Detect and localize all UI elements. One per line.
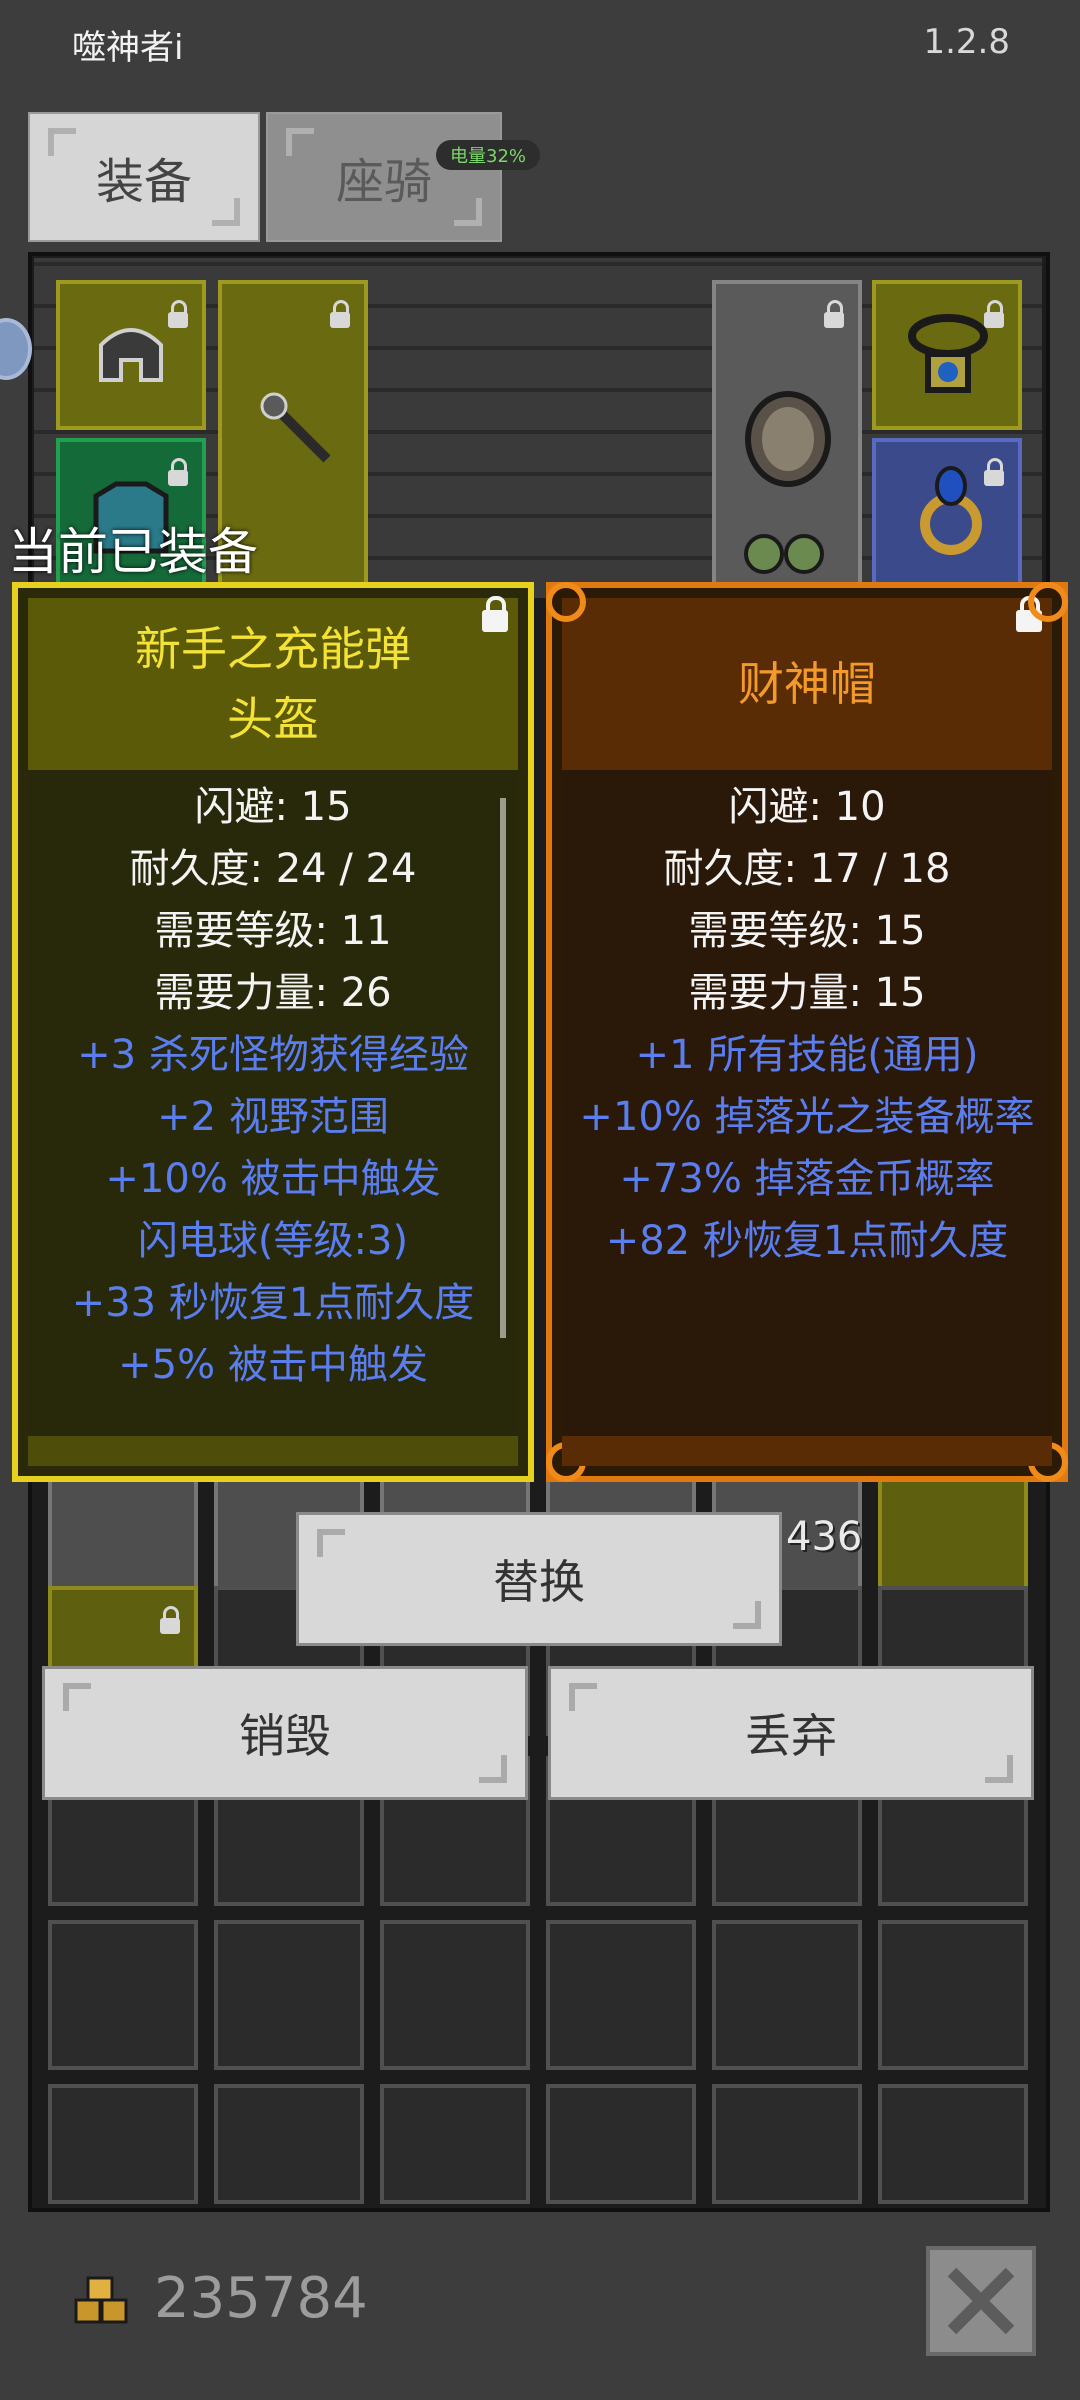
discard-button[interactable]: 丢弃	[548, 1666, 1034, 1800]
equipped-label: 当前已装备	[8, 523, 258, 581]
ring-slot[interactable]	[872, 438, 1022, 588]
inventory-slot[interactable]	[878, 2084, 1028, 2204]
lock-icon	[330, 300, 350, 328]
stat-durability: 耐久度: 17 / 18	[663, 846, 951, 892]
inventory-slot[interactable]	[48, 2084, 198, 2204]
inventory-slot[interactable]	[878, 1920, 1028, 2070]
destroy-button[interactable]: 销毁	[42, 1666, 528, 1800]
replace-button[interactable]: 替换	[296, 1512, 782, 1646]
boots-icon	[740, 528, 830, 578]
inventory-slot[interactable]	[546, 1920, 696, 2070]
battery-indicator: 电量32%	[436, 140, 541, 170]
stat-required-level: 需要等级: 15	[688, 908, 926, 954]
helmet-icon	[99, 328, 163, 382]
inventory-slot[interactable]	[214, 1920, 364, 2070]
app-version: 1.2.8	[923, 22, 1010, 62]
amulet-icon	[908, 314, 988, 393]
bonus-line: +10% 掉落光之装备概率	[579, 1094, 1035, 1140]
bonus-line: +2 视野范围	[157, 1094, 389, 1140]
helmet-slot[interactable]	[56, 280, 206, 430]
equipped-item-card[interactable]: 新手之充能弹 头盔 闪避: 15 耐久度: 24 / 24 需要等级: 11 需…	[12, 582, 534, 1482]
stat-required-level: 需要等级: 11	[154, 908, 392, 954]
lock-icon	[160, 1606, 180, 1634]
scrollbar[interactable]	[500, 798, 506, 1338]
corner-ornament	[1028, 582, 1068, 622]
bonus-line: 闪电球(等级:3)	[137, 1218, 409, 1264]
tab-equipment-label: 装备	[95, 154, 192, 210]
tab-mount[interactable]: 座骑	[266, 112, 502, 242]
stat-dodge: 闪避: 15	[194, 784, 352, 830]
discard-label: 丢弃	[745, 1709, 837, 1763]
stack-count: 436	[786, 1514, 863, 1560]
app-title: 噬神者i	[72, 28, 184, 68]
bonus-line: +33 秒恢复1点耐久度	[71, 1280, 475, 1326]
item-name-line2: 头盔	[227, 692, 319, 746]
bonus-line: +5% 被击中触发	[118, 1342, 428, 1388]
bonus-line: +73% 掉落金币概率	[619, 1156, 995, 1202]
stat-required-strength: 需要力量: 26	[154, 970, 392, 1016]
inventory-slot[interactable]	[546, 2084, 696, 2204]
inventory-slot[interactable]	[712, 1920, 862, 2070]
close-button[interactable]	[926, 2246, 1036, 2356]
close-icon	[947, 2267, 1015, 2335]
bonus-line: +3 杀死怪物获得经验	[77, 1032, 469, 1078]
inventory-slot[interactable]	[214, 2084, 364, 2204]
inventory-slot[interactable]	[380, 2084, 530, 2204]
amulet-slot[interactable]	[872, 280, 1022, 430]
item-stats: 闪避: 15 耐久度: 24 / 24 需要等级: 11 需要力量: 26 +3…	[28, 770, 518, 1436]
item-name: 新手之充能弹 头盔	[28, 598, 518, 770]
stat-dodge: 闪避: 10	[728, 784, 886, 830]
stat-durability: 耐久度: 24 / 24	[129, 846, 417, 892]
item-stats: 闪避: 10 耐久度: 17 / 18 需要等级: 15 需要力量: 15 +1…	[562, 770, 1052, 1436]
bonus-line: +1 所有技能(通用)	[635, 1032, 979, 1078]
card-footer	[562, 1436, 1052, 1466]
card-footer	[28, 1436, 518, 1466]
inventory-slot[interactable]	[712, 2084, 862, 2204]
inventory-slot[interactable]	[380, 1920, 530, 2070]
tab-mount-label: 座骑	[335, 154, 432, 210]
gold-coins-icon	[70, 2272, 134, 2328]
tab-equipment[interactable]: 装备	[28, 112, 260, 242]
item-name-line1: 财神帽	[738, 657, 876, 711]
ring-icon	[920, 466, 982, 555]
destroy-label: 销毁	[239, 1709, 331, 1763]
lock-icon[interactable]	[482, 596, 508, 632]
bonus-line: +82 秒恢复1点耐久度	[605, 1218, 1009, 1264]
item-name-line1: 新手之充能弹	[135, 622, 411, 676]
replace-label: 替换	[493, 1555, 585, 1609]
item-name: 财神帽	[562, 598, 1052, 770]
inventory-slot[interactable]	[48, 1920, 198, 2070]
gold-amount: 235784	[154, 2266, 368, 2331]
status-bar: 噬神者i 1.2.8	[0, 0, 1080, 92]
corner-ornament	[546, 582, 586, 622]
lock-icon	[824, 300, 844, 328]
compare-item-card[interactable]: 财神帽 闪避: 10 耐久度: 17 / 18 需要等级: 15 需要力量: 1…	[546, 582, 1068, 1482]
stat-required-strength: 需要力量: 15	[688, 970, 926, 1016]
bonus-line: +10% 被击中触发	[105, 1156, 441, 1202]
wand-icon	[260, 392, 331, 463]
shield-icon	[745, 391, 831, 487]
